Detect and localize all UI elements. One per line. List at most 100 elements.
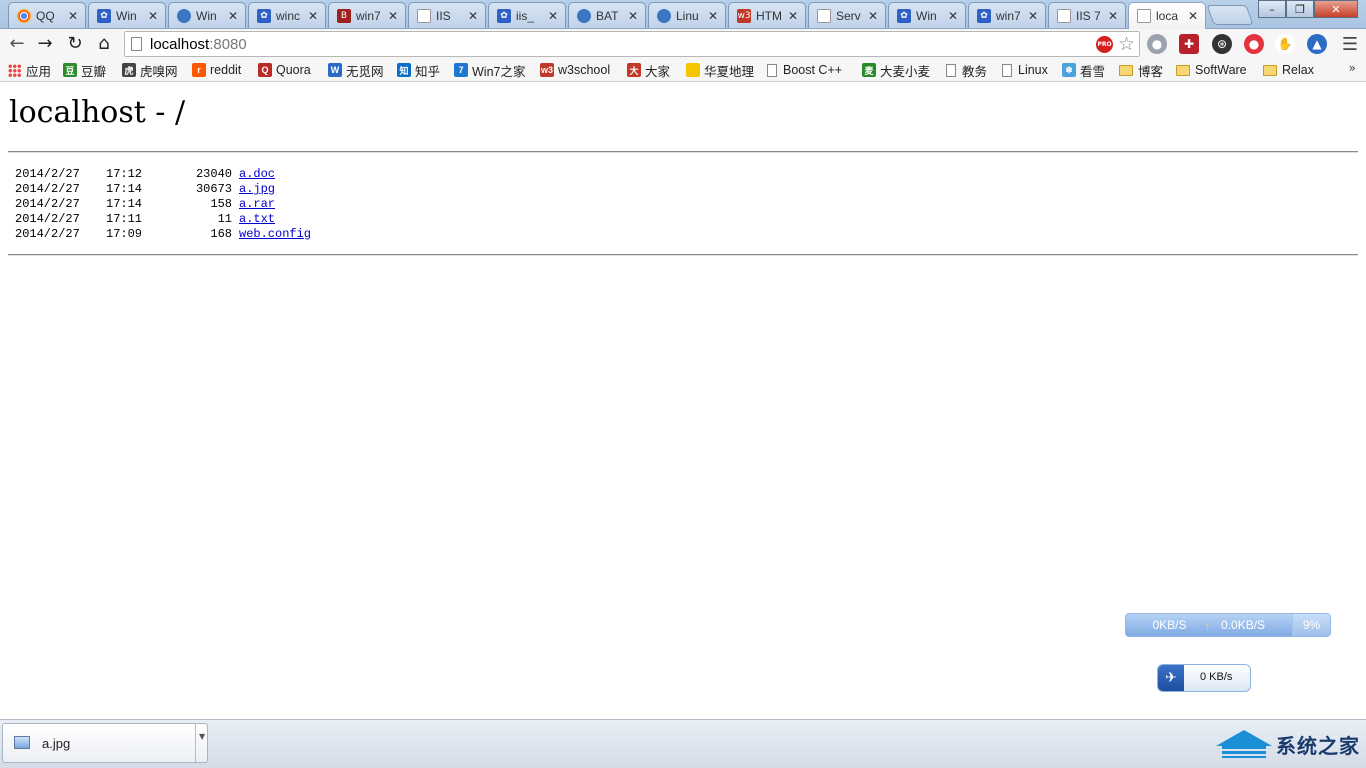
window-close-icon[interactable]: ✕ [1314, 0, 1358, 18]
tab[interactable]: Serv ✕ [808, 2, 886, 28]
close-icon[interactable]: ✕ [707, 9, 719, 23]
close-icon[interactable]: ✕ [1027, 9, 1039, 23]
bookmark-item[interactable]: Linux [1002, 61, 1048, 79]
back-arrow-icon[interactable]: ← [6, 33, 28, 55]
download-item[interactable]: a.jpg ▼ [2, 723, 208, 763]
w3-icon: w3 [737, 8, 751, 23]
tab[interactable]: BAT ✕ [568, 2, 646, 28]
close-icon[interactable]: ✕ [1107, 9, 1119, 23]
minimize-icon[interactable]: – [1258, 0, 1286, 18]
bookmark-item[interactable]: 麦大麦小麦 [862, 61, 930, 79]
tab[interactable]: ✿ iis_ ✕ [488, 2, 566, 28]
bookmark-item[interactable]: SoftWare [1176, 61, 1247, 79]
tab[interactable]: IIS 7 ✕ [1048, 2, 1126, 28]
close-icon[interactable]: ✕ [467, 9, 479, 23]
file-link[interactable]: a.jpg [239, 182, 275, 197]
file-time: 17:09 [106, 227, 143, 241]
tab[interactable]: Win ✕ [168, 2, 246, 28]
bookmark-item[interactable]: 7 Win7之家 [454, 61, 525, 79]
file-size: 168 [210, 227, 232, 241]
chrome-icon [17, 8, 31, 23]
close-icon[interactable]: ✕ [307, 9, 319, 23]
close-icon[interactable]: ✕ [947, 9, 959, 23]
close-icon[interactable]: ✕ [867, 9, 879, 23]
bookmark-label: 大麦小麦 [880, 64, 931, 79]
page-icon [1057, 8, 1071, 23]
globe-icon [577, 8, 591, 23]
file-size: 11 [217, 212, 232, 226]
tab[interactable]: ✿ Win ✕ [88, 2, 166, 28]
bookmark-item[interactable]: 华夏地理 [686, 61, 754, 79]
close-icon[interactable]: ✕ [147, 9, 159, 23]
close-icon[interactable]: ✕ [227, 9, 239, 23]
bookmark-item[interactable]: 豆豆瓣 [63, 61, 106, 79]
page-icon [417, 8, 431, 23]
bottom-divider [8, 254, 1358, 256]
bookmark-item[interactable]: Q Quora [258, 61, 311, 79]
file-link[interactable]: a.rar [239, 197, 275, 212]
tab[interactable]: ✿ Win ✕ [888, 2, 966, 28]
tab-title: loca [1156, 9, 1179, 23]
bookmark-item[interactable]: 应用 [8, 61, 51, 79]
bookmark-item[interactable]: 知知乎 [397, 61, 440, 79]
tab[interactable]: Linu ✕ [648, 2, 726, 28]
close-icon[interactable]: ✕ [627, 9, 639, 23]
bookmark-item[interactable]: W 无觅网 [328, 61, 384, 79]
upload-arrow-icon: ↑ [1204, 617, 1212, 633]
bookmark-item[interactable]: 博客 [1119, 61, 1163, 79]
xitongzhijia-logo-icon [1212, 726, 1272, 762]
tab[interactable]: ✿ win7 ✕ [968, 2, 1046, 28]
bookmark-item[interactable]: Relax [1263, 61, 1314, 79]
tab-title: QQ [36, 8, 55, 23]
tab[interactable]: QQ ✕ [8, 2, 86, 28]
chevron-down-icon[interactable]: ▼ [199, 732, 205, 741]
bookmark-label: 华夏地理 [704, 64, 755, 79]
globe-extension-icon[interactable]: ● [1147, 34, 1167, 54]
close-icon[interactable]: ✕ [1187, 9, 1199, 23]
bookmark-item[interactable]: 大大家 [627, 61, 670, 79]
arch-extension-icon[interactable]: ▲ [1307, 34, 1327, 54]
damai-icon: 麦 [862, 63, 876, 77]
tab[interactable]: Bwin7 ✕ [328, 2, 406, 28]
bookmark-label: 虎嗅网 [140, 64, 178, 79]
address-url[interactable]: localhost:8080 [150, 36, 247, 53]
tab[interactable]: ✿ winc ✕ [248, 2, 326, 28]
folder-icon [1119, 64, 1133, 76]
bookmarks-overflow-icon[interactable]: » [1349, 61, 1356, 75]
bird-speed-widget[interactable]: ✈ 0 KB/s [1157, 664, 1251, 692]
menu-icon[interactable]: ☰ [1342, 34, 1358, 55]
close-icon[interactable]: ✕ [387, 9, 399, 23]
new-tab-button[interactable] [1206, 5, 1254, 25]
bookmark-star-icon[interactable]: ☆ [1118, 33, 1135, 55]
weibo-extension-icon[interactable]: ● [1244, 34, 1264, 54]
file-link[interactable]: a.doc [239, 167, 275, 182]
file-link[interactable]: web.config [239, 227, 311, 242]
close-icon[interactable]: ✕ [67, 9, 79, 23]
tab[interactable]: w3 HTM ✕ [728, 2, 806, 28]
reload-icon[interactable]: ↻ [64, 33, 86, 55]
tab-title: IIS 7 [1076, 8, 1101, 23]
close-icon[interactable]: ✕ [787, 9, 799, 23]
bookmark-label: Boost C++ [783, 63, 843, 77]
close-icon[interactable]: ✕ [547, 9, 559, 23]
file-link[interactable]: a.txt [239, 212, 275, 227]
bookmark-item[interactable]: 教务 [946, 61, 987, 79]
steering-extension-icon[interactable]: ⊛ [1212, 34, 1232, 54]
forward-arrow-icon[interactable]: → [34, 33, 56, 55]
bookmark-item[interactable]: 虎虎嗅网 [122, 61, 178, 79]
tab[interactable]: IIS ✕ [408, 2, 486, 28]
pro-badge-icon[interactable]: PRO [1096, 36, 1113, 53]
bookmark-item[interactable]: Boost C++ [767, 61, 842, 79]
puzzle-extension-icon[interactable]: ✚ [1179, 34, 1199, 54]
bookmark-item[interactable]: ❄ 看雪 [1062, 61, 1105, 79]
home-icon[interactable]: ⌂ [93, 33, 115, 55]
bookmark-item[interactable]: w3 w3school [540, 61, 610, 79]
bookmark-item[interactable]: r reddit [192, 61, 241, 79]
net-speed-widget[interactable]: ↓ 0KB/S ↑ 0.0KB/S 9% [1125, 613, 1331, 637]
bookmark-label: SoftWare [1195, 63, 1247, 77]
address-bar[interactable]: localhost:8080 PRO ☆ [124, 31, 1140, 57]
maximize-icon[interactable]: ❐ [1286, 0, 1314, 18]
tab-active[interactable]: loca ✕ [1128, 2, 1206, 29]
page-icon [817, 8, 831, 23]
gesture-extension-icon[interactable]: ✋ [1275, 34, 1295, 54]
